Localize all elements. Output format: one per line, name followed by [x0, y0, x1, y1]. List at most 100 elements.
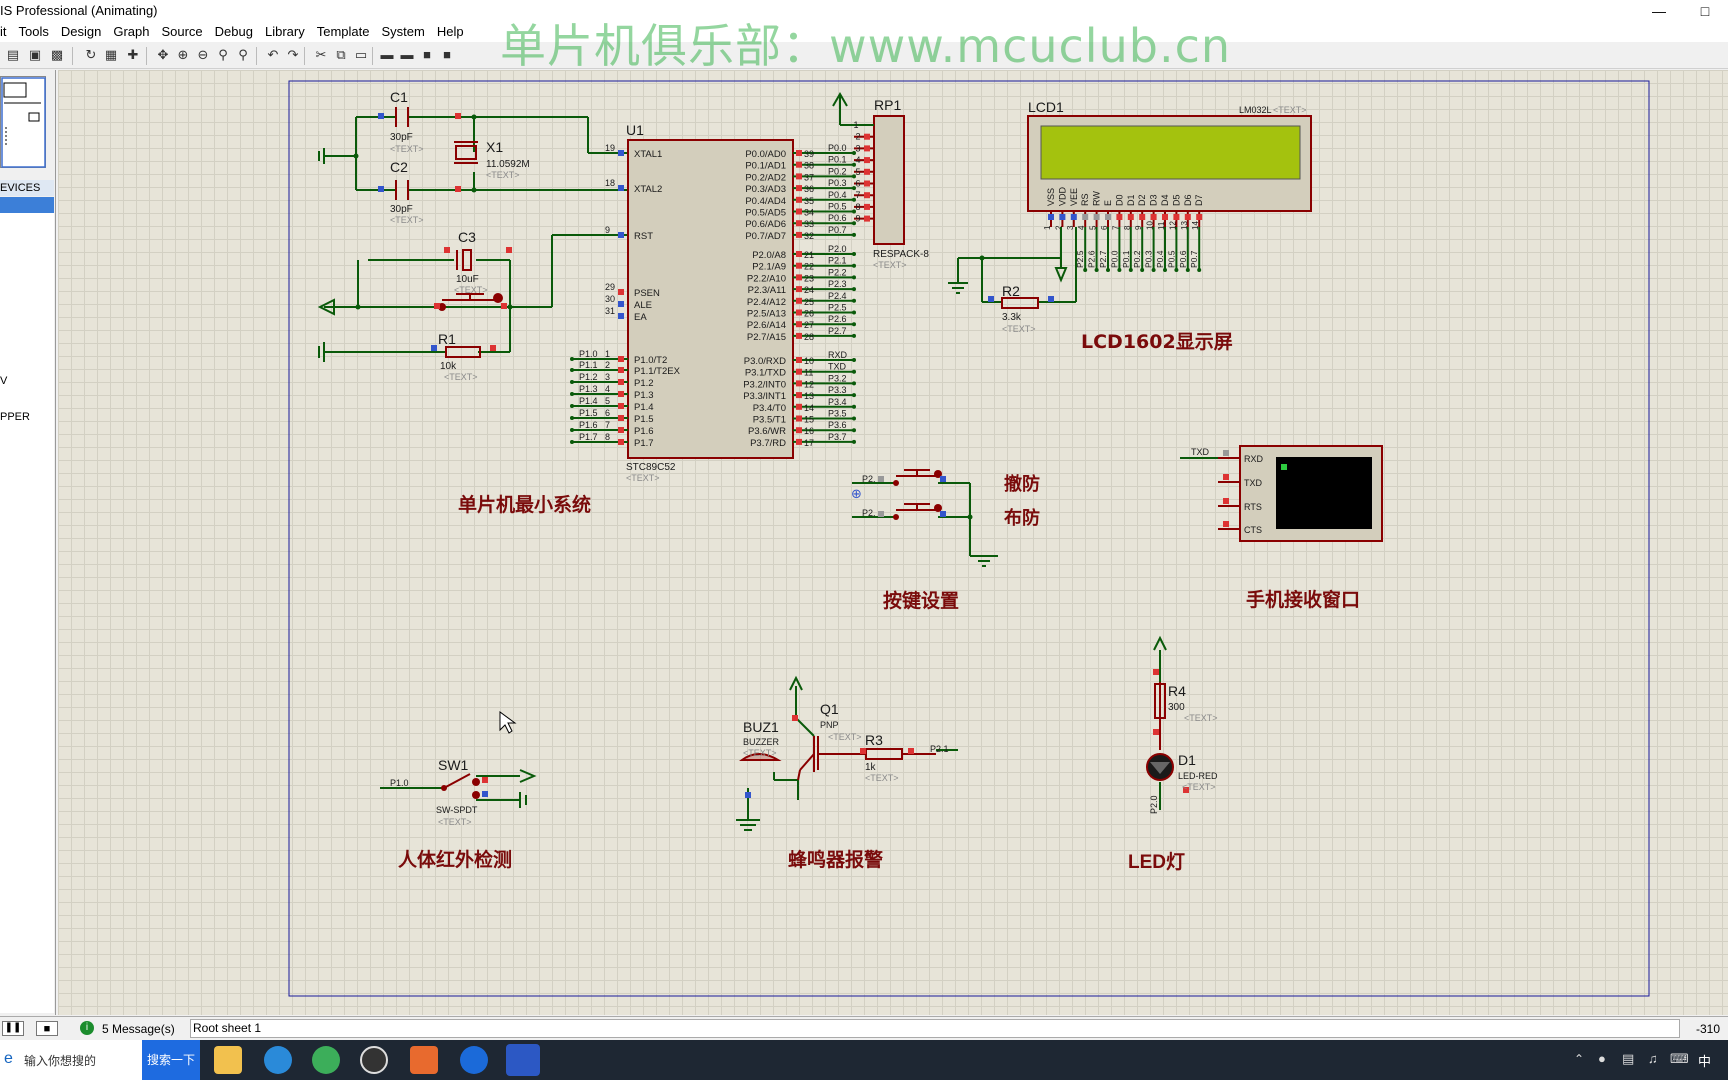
u1-pin-number: 24 [804, 285, 814, 295]
pin-state [796, 403, 802, 410]
minimize-icon[interactable]: — [1636, 0, 1682, 22]
u1-net-label: P2.6 [828, 314, 847, 324]
volume-icon[interactable]: ♫ [1648, 1051, 1658, 1066]
u1-pin-number: 12 [804, 379, 814, 389]
block-move-icon[interactable]: ▬ [398, 46, 416, 64]
undo-icon[interactable]: ↶ [264, 46, 282, 64]
u1-net-label: P2.2 [828, 267, 847, 277]
isis-icon[interactable] [506, 1044, 540, 1076]
zoom-area-icon[interactable]: ⚲ [234, 46, 252, 64]
messages-count[interactable]: 5 Message(s) [102, 1022, 175, 1036]
edge-icon[interactable] [264, 1046, 292, 1074]
u1-net-label: P2.1 [828, 256, 847, 266]
menu-help[interactable]: Help [431, 22, 470, 42]
u1-pin-name: P0.5/AD5 [745, 208, 786, 219]
zoom-in-icon[interactable]: ⊕ [174, 46, 192, 64]
block-copy-icon[interactable]: ▬ [378, 46, 396, 64]
save-icon[interactable]: ▣ [26, 46, 44, 64]
block-delete-icon[interactable]: ■ [438, 46, 456, 64]
refresh-icon[interactable]: ↻ [82, 46, 100, 64]
pin-state [796, 208, 802, 215]
maximize-icon[interactable]: □ [1682, 0, 1728, 22]
lcd-net-label: P0.5 [1166, 250, 1176, 268]
cut-icon[interactable]: ✂ [312, 46, 330, 64]
play-icon[interactable]: ❚❚ [2, 1021, 24, 1036]
u1-pin-name: P0.0/AD0 [745, 149, 786, 160]
r2-value: 3.3k [1002, 312, 1022, 323]
menu-edit[interactable]: it [0, 22, 13, 42]
pin-state [864, 133, 870, 140]
u1-pin-name: XTAL2 [634, 184, 662, 195]
device-list[interactable]: V PPER [0, 213, 54, 1013]
led-section: R4 300 <TEXT> D1 LED-RED <TEXT> P2.0 [1146, 635, 1218, 814]
pin-state [618, 356, 624, 362]
u1-net-label: P0.6 [828, 213, 847, 223]
menu-design[interactable]: Design [55, 22, 107, 42]
u1-pin-number: 3 [605, 372, 610, 382]
pin-state [618, 403, 624, 409]
grid-icon[interactable]: ▦ [102, 46, 120, 64]
device-item[interactable]: PPER [0, 411, 30, 423]
obs-icon[interactable] [360, 1046, 388, 1074]
ime-indicator[interactable]: 中 [1698, 1051, 1711, 1070]
wire-junction [852, 322, 856, 327]
resistor-r1: R1 10k <TEXT> [431, 331, 496, 382]
redo-icon[interactable]: ↷ [284, 46, 302, 64]
tray-chevron-icon[interactable]: ⌃ [1574, 1052, 1584, 1066]
search-input[interactable]: 输入你想搜的 [24, 1052, 96, 1069]
menu-system[interactable]: System [375, 22, 430, 42]
print-icon[interactable]: ▩ [48, 46, 66, 64]
u1-net-label: P3.4 [828, 397, 847, 407]
d1-ref: D1 [1178, 752, 1196, 768]
microphone-icon[interactable]: ● [1598, 1051, 1606, 1066]
rp1-text: <TEXT> [873, 260, 907, 270]
pan-icon[interactable]: ✥ [154, 46, 172, 64]
u1-pin-name: RST [634, 231, 653, 242]
rp1-pin-number: 9 [855, 214, 860, 224]
u1-net-label: P0.7 [828, 225, 847, 235]
schematic-canvas[interactable]: C1 30pF <TEXT> C2 30pF <TEXT> X1 11.0592… [58, 70, 1728, 1015]
pin-state [864, 180, 870, 187]
new-sheet-icon[interactable]: ▤ [4, 46, 22, 64]
device-item[interactable]: V [0, 375, 7, 387]
search-app-icon[interactable] [460, 1046, 488, 1074]
menu-tools[interactable]: Tools [13, 22, 55, 42]
zoom-out-icon[interactable]: ⊖ [194, 46, 212, 64]
menu-library[interactable]: Library [259, 22, 311, 42]
pin-state [1105, 214, 1111, 220]
network-icon[interactable]: ▤ [1622, 1051, 1634, 1067]
office-icon[interactable] [410, 1046, 438, 1074]
zoom-all-icon[interactable]: ⚲ [214, 46, 232, 64]
keyboard-icon[interactable]: ⌨ [1670, 1051, 1689, 1067]
origin-icon[interactable]: ✚ [124, 46, 142, 64]
menu-template[interactable]: Template [311, 22, 376, 42]
u1-pin-name: P2.1/A9 [752, 262, 786, 273]
overview-preview[interactable] [0, 76, 46, 168]
rp1-pin-number: 7 [855, 190, 860, 200]
wire-junction [852, 310, 856, 315]
u1-net-label: P0.1 [828, 155, 847, 165]
search-box[interactable]: e 输入你想搜的 [0, 1040, 142, 1080]
menu-source[interactable]: Source [155, 22, 208, 42]
search-button[interactable]: 搜索一下 [142, 1040, 200, 1080]
copy-icon[interactable]: ⧉ [332, 46, 350, 64]
pin-state [796, 196, 802, 203]
wire-junction [570, 428, 574, 432]
browser2-icon[interactable] [312, 1046, 340, 1074]
lcd-pin-number: 1 [1043, 225, 1052, 230]
u1-pin-name: P2.3/A11 [748, 285, 786, 296]
block-rotate-icon[interactable]: ■ [418, 46, 436, 64]
u1-pin-name: P0.2/AD2 [745, 172, 786, 183]
u1-pin-number: 35 [804, 196, 814, 206]
pin-state [796, 392, 802, 399]
menu-debug[interactable]: Debug [209, 22, 259, 42]
paste-icon[interactable]: ▭ [352, 46, 370, 64]
stop-icon[interactable]: ■ [36, 1021, 58, 1036]
mcu-u1: U1 STC89C52 <TEXT> XTAL119XTAL218RST9PSE… [570, 122, 856, 483]
menu-graph[interactable]: Graph [107, 22, 155, 42]
lcd-pin-name: E [1103, 200, 1113, 206]
pin-state [1116, 214, 1123, 220]
device-selected-row[interactable] [0, 197, 54, 213]
file-explorer-icon[interactable] [214, 1046, 242, 1074]
pin-state [796, 357, 802, 363]
